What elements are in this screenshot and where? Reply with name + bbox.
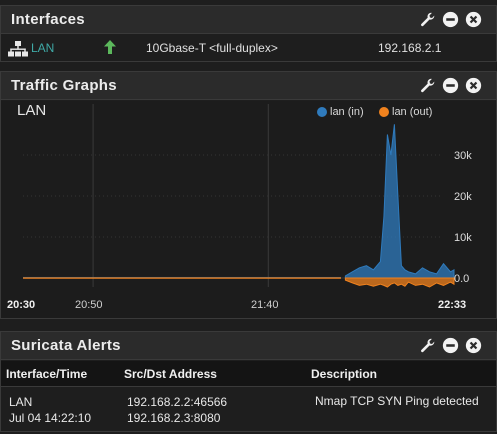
suricata-panel-title: Suricata Alerts xyxy=(11,337,121,354)
alert-time: Jul 04 14:22:10 xyxy=(9,411,92,425)
series-lan-out-area xyxy=(344,277,455,288)
interfaces-panel-header: Interfaces xyxy=(1,6,496,34)
arrow-up-icon xyxy=(104,40,116,54)
traffic-panel-header: Traffic Graphs xyxy=(1,72,496,100)
series-lan-in-area xyxy=(344,124,455,279)
alert-dst: 192.168.2.3:8080 xyxy=(127,411,221,425)
close-icon[interactable] xyxy=(465,11,482,28)
alert-interface-time-cell: LAN Jul 04 14:22:10 xyxy=(9,394,91,426)
wrench-icon[interactable] xyxy=(419,77,436,94)
minimize-icon[interactable] xyxy=(442,11,459,28)
x-tick-label: 20:30 xyxy=(7,299,35,311)
wrench-icon[interactable] xyxy=(419,337,436,354)
suricata-panel-header: Suricata Alerts xyxy=(1,332,496,360)
interfaces-panel: Interfaces LAN 10Gbase-T <full-duplex> 1… xyxy=(0,5,497,62)
interface-speed: 10Gbase-T <full-duplex> xyxy=(146,41,278,55)
alert-description: Nmap TCP SYN Ping detected xyxy=(315,394,479,408)
x-tick-label: 20:50 xyxy=(75,299,103,311)
network-icon xyxy=(8,41,28,57)
x-tick-label: 22:33 xyxy=(438,299,466,311)
traffic-chart-svg: 30k 20k 10k 0.0 20:30 20:50 21:40 22:33 xyxy=(7,104,472,311)
alert-src: 192.168.2.2:46566 xyxy=(127,395,228,409)
column-description: Description xyxy=(311,367,378,381)
column-src-dst: Src/Dst Address xyxy=(124,367,217,381)
close-icon[interactable] xyxy=(465,337,482,354)
minimize-icon[interactable] xyxy=(442,337,459,354)
interface-row: LAN 10Gbase-T <full-duplex> 192.168.2.1 xyxy=(1,35,496,62)
y-tick-label: 0.0 xyxy=(454,273,469,285)
traffic-graphs-panel: Traffic Graphs LAN lan (in) lan (out) 30… xyxy=(0,71,497,319)
x-tick-label: 21:40 xyxy=(251,299,279,311)
alerts-table-header: Interface/Time Src/Dst Address Descripti… xyxy=(1,361,496,387)
minimize-icon[interactable] xyxy=(442,77,459,94)
close-icon[interactable] xyxy=(465,77,482,94)
interfaces-panel-title: Interfaces xyxy=(11,11,85,28)
y-tick-label: 10k xyxy=(454,232,472,244)
interface-name-link[interactable]: LAN xyxy=(31,41,54,55)
alert-address-cell: 192.168.2.2:46566 192.168.2.3:8080 xyxy=(127,394,227,426)
wrench-icon[interactable] xyxy=(419,11,436,28)
interface-ip: 192.168.2.1 xyxy=(378,41,442,55)
column-interface-time: Interface/Time xyxy=(6,367,88,381)
y-tick-label: 30k xyxy=(454,150,472,162)
traffic-graph: LAN lan (in) lan (out) 30k 20k 10k 0.0 20:30… xyxy=(1,101,496,318)
table-row: LAN Jul 04 14:22:10 192.168.2.2:46566 19… xyxy=(1,388,496,432)
traffic-panel-title: Traffic Graphs xyxy=(11,77,117,94)
alert-interface: LAN xyxy=(9,395,33,409)
suricata-alerts-panel: Suricata Alerts Interface/Time Src/Dst A… xyxy=(0,331,497,432)
y-tick-label: 20k xyxy=(454,191,472,203)
